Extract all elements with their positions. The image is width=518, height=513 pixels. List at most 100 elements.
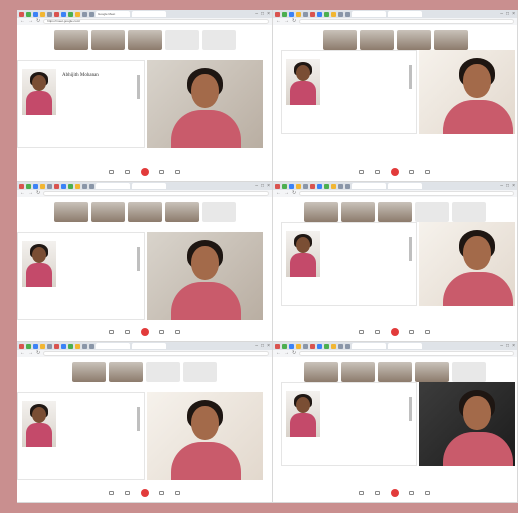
browser-tab[interactable] [96,183,130,189]
browser-tab-favicon-icon[interactable] [40,11,45,17]
participant-tile[interactable] [90,202,125,222]
browser-tab-favicon-icon[interactable] [82,343,87,349]
browser-tab-favicon-icon[interactable] [68,343,73,349]
participant-tile[interactable] [433,30,468,50]
meeting-toolbar-button[interactable] [425,491,431,495]
participant-tile[interactable] [53,202,88,222]
browser-tab[interactable] [388,343,422,349]
browser-tab-favicon-icon[interactable] [317,11,322,17]
meeting-toolbar-button[interactable] [124,330,131,334]
meeting-toolbar-button[interactable] [158,170,165,174]
browser-tab-favicon-icon[interactable] [54,343,59,349]
minimize-icon[interactable]: – [500,342,503,350]
meeting-toolbar-button[interactable] [124,491,131,495]
browser-tab-favicon-icon[interactable] [296,183,301,189]
browser-tab-favicon-icon[interactable] [289,11,294,17]
browser-tab-favicon-icon[interactable] [310,183,315,189]
browser-tab-favicon-icon[interactable] [68,11,73,17]
back-icon[interactable]: ← [276,350,281,357]
participant-tile[interactable] [415,362,449,382]
browser-tab-favicon-icon[interactable] [289,183,294,189]
browser-tab-favicon-icon[interactable] [54,11,59,17]
browser-tab-favicon-icon[interactable] [289,343,294,349]
browser-tab-favicon-icon[interactable] [324,183,329,189]
browser-tab-favicon-icon[interactable] [61,183,66,189]
forward-icon[interactable]: → [284,190,289,197]
browser-tab-favicon-icon[interactable] [282,183,287,189]
participant-name-tile[interactable] [452,362,486,382]
reload-icon[interactable]: ↻ [292,190,296,197]
browser-tab-favicon-icon[interactable] [331,11,336,17]
participant-name-tile[interactable] [146,362,180,382]
participant-tile[interactable] [164,202,199,222]
meeting-toolbar-button[interactable] [158,491,165,495]
browser-tab-favicon-icon[interactable] [310,343,315,349]
browser-tab-favicon-icon[interactable] [338,343,343,349]
meeting-toolbar-button[interactable] [409,330,415,334]
browser-tab[interactable] [352,343,386,349]
browser-tab-favicon-icon[interactable] [33,183,38,189]
participant-tile[interactable] [90,30,125,50]
participant-tile[interactable] [109,362,143,382]
browser-tab-favicon-icon[interactable] [89,11,94,17]
browser-tab[interactable] [352,11,386,17]
forward-icon[interactable]: → [28,18,33,25]
meeting-toolbar-button[interactable] [158,330,165,334]
leave-call-button[interactable] [391,168,399,176]
reload-icon[interactable]: ↻ [36,18,40,25]
reload-icon[interactable]: ↻ [292,350,296,357]
browser-tab-favicon-icon[interactable] [345,343,350,349]
meeting-toolbar-button[interactable] [108,491,115,495]
participant-name-tile[interactable] [164,30,199,50]
close-icon[interactable]: × [512,182,515,190]
slide-scrollbar[interactable] [137,247,140,271]
browser-tab-favicon-icon[interactable] [75,183,80,189]
browser-tab-favicon-icon[interactable] [275,343,280,349]
close-icon[interactable]: × [512,342,515,350]
slide-scrollbar[interactable] [409,397,412,421]
browser-tab-favicon-icon[interactable] [275,11,280,17]
close-icon[interactable]: × [267,182,270,190]
meeting-toolbar-button[interactable] [409,491,415,495]
back-icon[interactable]: ← [20,350,25,357]
close-icon[interactable]: × [267,10,270,18]
leave-call-button[interactable] [140,489,149,497]
minimize-icon[interactable]: – [500,10,503,18]
slide-scrollbar[interactable] [137,407,140,431]
browser-tab-favicon-icon[interactable] [331,343,336,349]
reload-icon[interactable]: ↻ [36,350,40,357]
meeting-toolbar-button[interactable] [425,330,431,334]
meeting-toolbar-button[interactable] [359,170,365,174]
url-input[interactable] [43,191,269,196]
reload-icon[interactable]: ↻ [292,18,296,25]
participant-tile[interactable] [341,362,375,382]
back-icon[interactable]: ← [276,18,281,25]
browser-tab-favicon-icon[interactable] [303,183,308,189]
browser-tab-favicon-icon[interactable] [296,343,301,349]
meeting-toolbar-button[interactable] [359,330,365,334]
leave-call-button[interactable] [140,328,149,336]
meeting-toolbar-button[interactable] [174,170,181,174]
participant-tile[interactable] [322,30,357,50]
browser-tab[interactable] [96,343,130,349]
browser-tab-favicon-icon[interactable] [75,343,80,349]
browser-tab-favicon-icon[interactable] [345,183,350,189]
browser-tab-favicon-icon[interactable] [338,183,343,189]
participant-tile[interactable] [304,362,338,382]
maximize-icon[interactable]: □ [506,342,509,350]
participant-name-tile[interactable] [415,202,449,222]
participant-tile[interactable] [378,362,412,382]
url-input[interactable] [299,191,514,196]
browser-tab[interactable] [352,183,386,189]
minimize-icon[interactable]: – [500,182,503,190]
maximize-icon[interactable]: □ [506,182,509,190]
back-icon[interactable]: ← [276,190,281,197]
participant-tile[interactable] [359,30,394,50]
browser-tab-favicon-icon[interactable] [61,11,66,17]
browser-tab-favicon-icon[interactable] [82,11,87,17]
reload-icon[interactable]: ↻ [36,190,40,197]
slide-scrollbar[interactable] [409,65,412,89]
browser-tab-favicon-icon[interactable] [331,183,336,189]
meeting-toolbar-button[interactable] [359,491,365,495]
participant-tile[interactable] [72,362,106,382]
